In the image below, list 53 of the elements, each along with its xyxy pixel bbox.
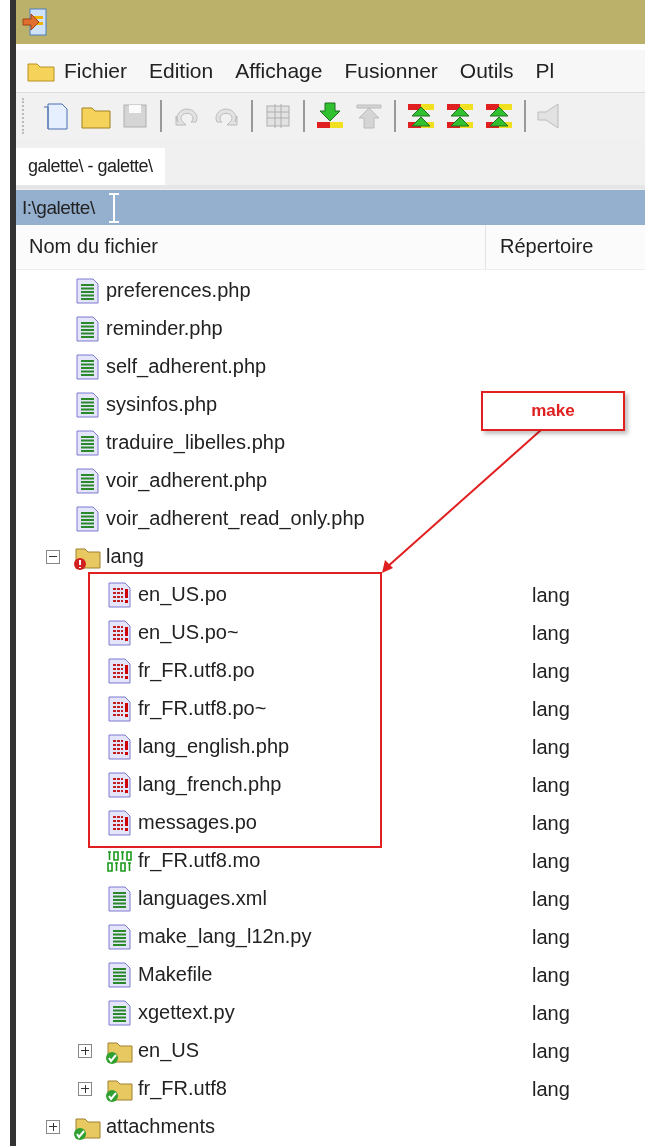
file-name[interactable]: traduire_libelles.php — [106, 431, 285, 455]
directory-cell: lang — [532, 736, 570, 759]
directory-cell: lang — [532, 1078, 570, 1101]
file-name[interactable]: voir_adherent_read_only.php — [106, 507, 365, 531]
file-name[interactable]: fr_FR.utf8.mo — [138, 849, 261, 873]
menu-item[interactable]: Edition — [149, 59, 214, 84]
directory-cell: lang — [532, 1040, 570, 1063]
menu-item[interactable]: Fusionner — [344, 59, 438, 84]
expander[interactable] — [78, 1044, 92, 1058]
directory-cell: lang — [532, 926, 570, 949]
directory-cell: lang — [532, 622, 570, 645]
file-name[interactable]: sysinfos.php — [106, 393, 218, 417]
file-name[interactable]: lang_english.php — [138, 735, 290, 759]
file-name[interactable]: lang_french.php — [138, 773, 282, 797]
expander[interactable] — [46, 550, 60, 564]
file-name[interactable]: voir_adherent.php — [106, 469, 268, 493]
menu-item[interactable]: Pl — [535, 59, 555, 84]
file-name[interactable]: en_US.po — [138, 583, 227, 607]
menu-item[interactable]: Outils — [459, 59, 514, 84]
file-name[interactable]: fr_FR.utf8.po — [138, 659, 255, 683]
file-name[interactable]: fr_FR.utf8 — [138, 1077, 227, 1101]
file-name[interactable]: xgettext.py — [138, 1001, 235, 1025]
directory-cell: lang — [532, 850, 570, 873]
directory-cell: lang — [532, 812, 570, 835]
directory-cell: lang — [532, 698, 570, 721]
file-name[interactable]: lang — [106, 545, 144, 569]
directory-cell: lang — [532, 660, 570, 683]
directory-cell: lang — [532, 774, 570, 797]
file-name[interactable]: fr_FR.utf8.po~ — [138, 697, 267, 721]
file-name[interactable]: Makefile — [138, 963, 213, 987]
file-name[interactable]: preferences.php — [106, 279, 251, 303]
menu-item[interactable]: Affichage — [235, 59, 323, 84]
document-tab[interactable]: galette\ - galette\ — [16, 148, 165, 186]
file-name[interactable]: en_US.po~ — [138, 621, 239, 645]
annotation-callout: make — [481, 391, 625, 431]
column-header[interactable]: Nom du fichier — [16, 224, 486, 269]
menu-item[interactable]: Fichier — [64, 59, 127, 84]
file-name[interactable]: en_US — [138, 1039, 200, 1063]
path-text: I:\galette\ — [22, 196, 95, 219]
file-name[interactable]: make_lang_l12n.py — [138, 925, 312, 949]
directory-cell: lang — [532, 964, 570, 987]
file-name[interactable]: attachments — [106, 1115, 215, 1139]
column-header[interactable]: Répertoire — [486, 235, 594, 259]
file-name[interactable]: self_adherent.php — [106, 355, 267, 379]
directory-cell: lang — [532, 1002, 570, 1025]
file-name[interactable]: reminder.php — [106, 317, 223, 341]
expander[interactable] — [46, 1120, 60, 1134]
expander[interactable] — [78, 1082, 92, 1096]
app-icon — [22, 7, 48, 38]
file-name[interactable]: messages.po — [138, 811, 257, 835]
directory-cell: lang — [532, 888, 570, 911]
file-name[interactable]: languages.xml — [138, 887, 267, 911]
directory-cell: lang — [532, 584, 570, 607]
